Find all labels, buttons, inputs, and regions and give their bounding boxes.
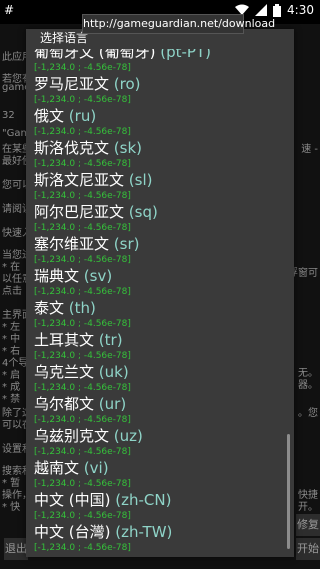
language-name: 斯洛伐克文 (sk) — [34, 137, 142, 158]
language-code: (vi) — [83, 459, 109, 477]
language-range-text: [-1,234.0 ; -4.56e-78] — [34, 63, 131, 73]
language-label: 乌克兰文 — [34, 363, 95, 381]
language-code: (ro) — [113, 75, 141, 93]
background-line: * 快 — [2, 502, 21, 513]
language-name: 斯洛文尼亚文 (sl) — [34, 169, 152, 190]
language-name: 俄文 (ru) — [34, 105, 96, 126]
language-code: (sq) — [128, 203, 158, 221]
language-range-text: [-1,234.0 ; -4.56e-78] — [34, 255, 131, 265]
language-label: 中文 (中国) — [34, 491, 111, 509]
language-name: 乌克兰文 (uk) — [34, 361, 129, 382]
language-name: 泰文 (th) — [34, 297, 96, 318]
language-range-text: [-1,234.0 ; -4.56e-78] — [34, 447, 131, 457]
language-dialog: 葡萄牙文 (葡萄牙) (pt-PT) [-1,234.0 ; -4.56e-78]… — [26, 29, 294, 557]
language-code: (sr) — [113, 235, 140, 253]
language-name: 罗马尼亚文 (ro) — [34, 73, 141, 94]
language-code: (tr) — [98, 331, 123, 349]
language-range-text: [-1,234.0 ; -4.56e-78] — [34, 383, 131, 393]
language-name: 乌兹别克文 (uz) — [34, 425, 143, 446]
language-label: 斯洛伐克文 — [34, 139, 110, 157]
language-name: 中文 (中国) (zh-CN) — [34, 489, 171, 510]
language-item[interactable]: 中文 (台灣) (zh-TW) [-1,234.0 ; -4.56e-78] — [34, 521, 284, 557]
language-range-text: [-1,234.0 ; -4.56e-78] — [34, 319, 131, 329]
language-code: (ru) — [68, 107, 97, 125]
exit-button[interactable]: 退出 — [4, 538, 28, 560]
language-name: 塞尔维亚文 (sr) — [34, 233, 139, 254]
language-label: 土耳其文 — [34, 331, 95, 349]
background-right-line: 。您 — [298, 408, 318, 419]
language-label: 瑞典文 — [34, 267, 80, 285]
language-label: 阿尔巴尼亚文 — [34, 203, 125, 221]
language-code: (uk) — [98, 363, 129, 381]
language-range-text: [-1,234.0 ; -4.56e-78] — [34, 479, 131, 489]
language-label: 斯洛文尼亚文 — [34, 171, 125, 189]
repair-button[interactable]: 修复 — [296, 514, 320, 536]
language-name: 乌尔都文 (ur) — [34, 393, 126, 414]
background-line: 点击 — [2, 286, 22, 297]
language-label: 越南文 — [34, 459, 80, 477]
language-code: (sl) — [128, 171, 153, 189]
language-code: (sk) — [113, 139, 143, 157]
language-code: (sv) — [83, 267, 113, 285]
language-range-text: [-1,234.0 ; -4.56e-78] — [34, 287, 131, 297]
language-code: (th) — [68, 299, 96, 317]
signal-icon — [255, 4, 268, 16]
language-label: 乌兹别克文 — [34, 427, 110, 445]
status-time: 4:30 — [287, 3, 314, 17]
language-code: (zh-TW) — [115, 523, 173, 541]
language-range-text: [-1,234.0 ; -4.56e-78] — [34, 543, 131, 553]
language-label: 塞尔维亚文 — [34, 235, 110, 253]
background-right-line: 器。 — [298, 380, 318, 391]
language-code: (zh-CN) — [115, 491, 172, 509]
language-label: 乌尔都文 — [34, 395, 95, 413]
background-line: 32 — [2, 110, 15, 121]
background-right-line: 速 - — [301, 144, 318, 155]
language-range-text: [-1,234.0 ; -4.56e-78] — [34, 191, 131, 201]
language-label: 罗马尼亚文 — [34, 75, 110, 93]
background-line: * 禁 — [2, 394, 21, 405]
status-hash-icon: # — [4, 3, 15, 17]
language-range-text: [-1,234.0 ; -4.56e-78] — [34, 415, 131, 425]
language-name: 中文 (台灣) (zh-TW) — [34, 521, 172, 542]
language-range-text: [-1,234.0 ; -4.56e-78] — [34, 95, 131, 105]
language-code: (uz) — [113, 427, 143, 445]
list-scrollbar[interactable] — [287, 434, 290, 549]
language-range-text: [-1,234.0 ; -4.56e-78] — [34, 351, 131, 361]
battery-icon — [273, 3, 282, 17]
language-name: 越南文 (vi) — [34, 457, 109, 478]
language-range-text: [-1,234.0 ; -4.56e-78] — [34, 511, 131, 521]
language-range-text: [-1,234.0 ; -4.56e-78] — [34, 159, 131, 169]
background-right-line: 开。 — [298, 502, 318, 513]
status-right: 4:30 — [235, 3, 314, 17]
language-range-text: [-1,234.0 ; -4.56e-78] — [34, 223, 131, 233]
url-bar: http://gameguardian.net/download — [82, 14, 275, 34]
language-name: 瑞典文 (sv) — [34, 265, 112, 286]
start-button[interactable]: 开始 — [296, 538, 320, 560]
language-label: 俄文 — [34, 107, 65, 125]
language-label: 泰文 — [34, 299, 65, 317]
language-label: 中文 (台灣) — [34, 523, 111, 541]
language-code: (ur) — [98, 395, 127, 413]
language-name: 土耳其文 (tr) — [34, 329, 123, 350]
language-name: 阿尔巴尼亚文 (sq) — [34, 201, 158, 222]
language-range-text: [-1,234.0 ; -4.56e-78] — [34, 127, 131, 137]
